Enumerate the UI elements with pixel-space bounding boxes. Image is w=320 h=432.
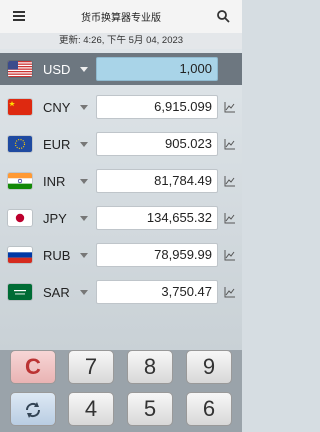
currency-code[interactable]: RUB [43,248,70,263]
currency-row: INR 81,784.49 [0,165,242,197]
chart-icon[interactable] [224,212,236,224]
base-currency-row: USD 1,000 [0,53,242,85]
key-6-button[interactable]: 6 [186,392,232,426]
amount-field[interactable]: 78,959.99 [96,243,218,267]
currency-row: RUB 78,959.99 [0,239,242,271]
chart-icon[interactable] [224,175,236,187]
currency-code[interactable]: EUR [43,137,70,152]
currency-code[interactable]: CNY [43,100,70,115]
flag-saudi-arabia-icon [8,284,32,300]
amount-field[interactable]: 81,784.49 [96,169,218,193]
currency-row: JPY 134,655.32 [0,202,242,234]
currency-code[interactable]: INR [43,174,65,189]
currency-code[interactable]: USD [43,62,70,77]
chevron-down-icon[interactable] [80,253,88,258]
chart-icon[interactable] [224,138,236,150]
key-5-button[interactable]: 5 [127,392,173,426]
flag-eu-icon [8,136,32,152]
numeric-keypad: C 7 8 9 4 5 6 [0,350,242,432]
flag-india-icon [8,173,32,189]
clear-button[interactable]: C [10,350,56,384]
search-icon[interactable] [216,9,230,23]
last-updated-text: 更新: 4:26, 下午 5月 04, 2023 [0,33,242,49]
key-7-button[interactable]: 7 [68,350,114,384]
flag-usa-icon [8,61,32,77]
currency-code[interactable]: SAR [43,285,70,300]
app-title: 货币换算器专业版 [81,13,161,24]
currency-code[interactable]: JPY [43,211,67,226]
currency-list: USD 1,000 CNY 6,915.099 EUR 905.023 INR [0,49,242,350]
key-8-button[interactable]: 8 [127,350,173,384]
chart-icon[interactable] [224,249,236,261]
flag-russia-icon [8,247,32,263]
chevron-down-icon[interactable] [80,105,88,110]
amount-field[interactable]: 134,655.32 [96,206,218,230]
key-4-button[interactable]: 4 [68,392,114,426]
chart-icon[interactable] [224,101,236,113]
currency-row: EUR 905.023 [0,128,242,160]
app-bar: 货币换算器专业版 [0,0,242,34]
amount-field[interactable]: 905.023 [96,132,218,156]
refresh-icon [25,402,41,418]
base-amount-input[interactable]: 1,000 [96,57,218,81]
currency-row: SAR 3,750.47 [0,276,242,308]
amount-field[interactable]: 3,750.47 [96,280,218,304]
currency-row: CNY 6,915.099 [0,91,242,123]
chevron-down-icon[interactable] [80,67,88,72]
flag-china-icon [8,99,32,115]
chevron-down-icon[interactable] [80,216,88,221]
amount-field[interactable]: 6,915.099 [96,95,218,119]
key-9-button[interactable]: 9 [186,350,232,384]
chart-icon[interactable] [224,286,236,298]
flag-japan-icon [8,210,32,226]
swap-button[interactable] [10,392,56,426]
chevron-down-icon[interactable] [80,290,88,295]
chevron-down-icon[interactable] [80,179,88,184]
chevron-down-icon[interactable] [80,142,88,147]
